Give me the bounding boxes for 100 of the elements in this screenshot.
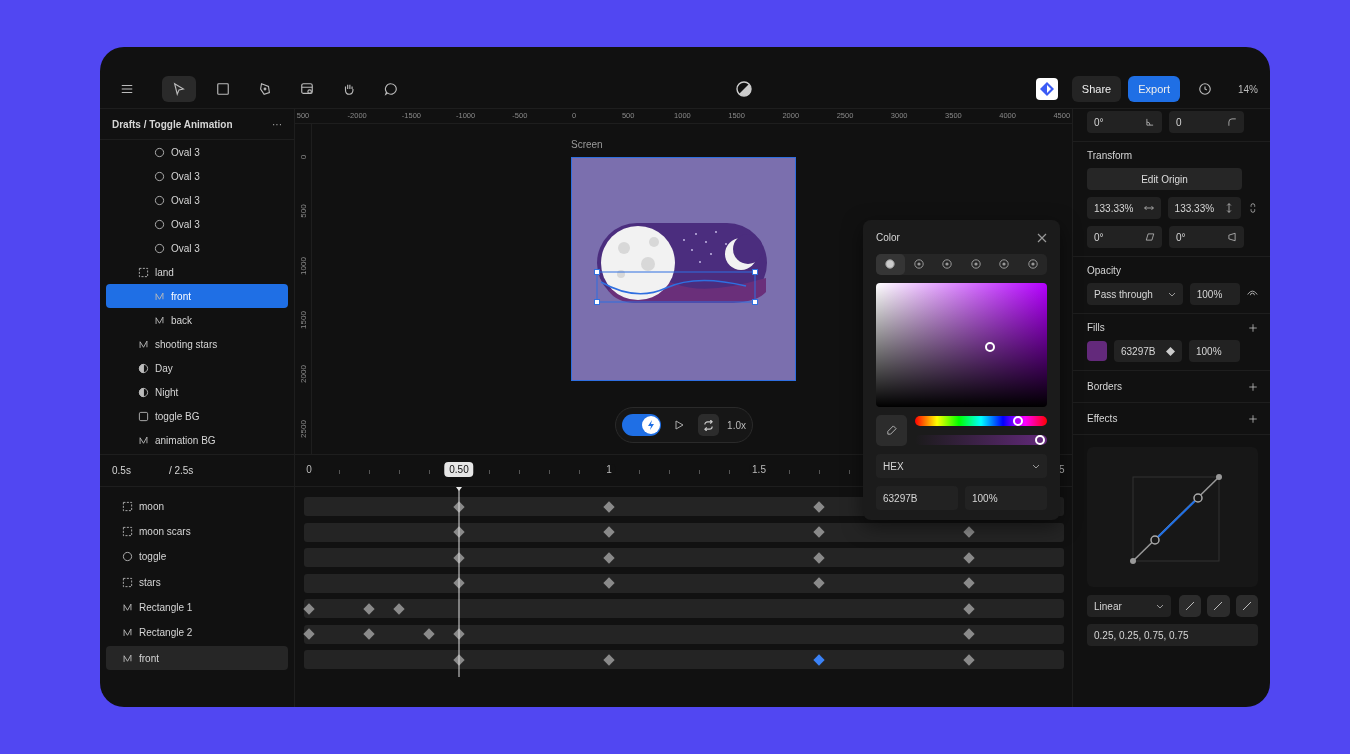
layer-row[interactable]: animation BG xyxy=(106,428,288,452)
eyedropper-button[interactable] xyxy=(876,415,907,446)
image-icon xyxy=(300,82,314,96)
layer-row[interactable]: Oval 3 xyxy=(106,140,288,164)
keyframe[interactable] xyxy=(963,602,975,615)
layer-row[interactable]: Night xyxy=(106,380,288,404)
track-name[interactable]: Rectangle 2 xyxy=(106,620,288,645)
more-button[interactable]: ··· xyxy=(272,118,282,130)
tool-button[interactable] xyxy=(162,76,196,102)
keyframe[interactable] xyxy=(603,551,615,564)
layer-row[interactable]: land xyxy=(106,260,288,284)
link-icon[interactable] xyxy=(1248,202,1258,214)
slider-thumb[interactable] xyxy=(1035,435,1046,445)
track-name[interactable]: moon scars xyxy=(106,519,288,544)
keyframe[interactable] xyxy=(963,526,975,538)
slider-thumb[interactable] xyxy=(1012,416,1023,426)
scale-y-field[interactable]: 133.33% xyxy=(1167,197,1242,219)
track-name[interactable]: stars xyxy=(106,570,288,595)
half-circle-icon xyxy=(138,362,149,374)
bezier-values-field[interactable]: 0.25, 0.25, 0.75, 0.75 xyxy=(1087,624,1258,646)
track-label: toggle xyxy=(139,551,167,563)
toggle-switch[interactable] xyxy=(622,414,661,436)
keyframe[interactable] xyxy=(813,500,825,513)
keyframe[interactable] xyxy=(453,526,465,538)
layer-name: front xyxy=(171,290,191,302)
saturation-picker[interactable] xyxy=(876,283,1047,407)
hex-input[interactable]: 63297B xyxy=(876,486,958,510)
keyframe[interactable] xyxy=(963,628,975,640)
keyframe[interactable] xyxy=(603,526,615,538)
skew-x-field[interactable]: 0° xyxy=(1087,226,1162,248)
keyframe[interactable] xyxy=(813,526,825,538)
keyframe[interactable] xyxy=(813,551,825,564)
track-bar[interactable] xyxy=(304,650,1064,669)
layer-row[interactable]: front xyxy=(106,284,288,308)
opacity-field[interactable]: 100% xyxy=(1189,283,1241,305)
keyframe[interactable] xyxy=(303,602,315,615)
plus-icon[interactable] xyxy=(1248,413,1258,424)
keyframe[interactable] xyxy=(963,551,975,564)
track-name[interactable]: moon xyxy=(106,494,288,518)
keyframe[interactable] xyxy=(963,577,975,589)
hue-slider[interactable] xyxy=(915,416,1047,426)
close-icon[interactable] xyxy=(1037,232,1047,243)
track-bar[interactable] xyxy=(304,573,1064,593)
layer-name: Oval 3 xyxy=(171,218,200,230)
ellipse-icon xyxy=(154,194,165,206)
playhead[interactable] xyxy=(455,487,463,677)
keyframe[interactable] xyxy=(813,653,825,666)
layer-name: animation BG xyxy=(155,434,216,446)
plus-icon[interactable] xyxy=(1248,322,1258,333)
edit-origin-button[interactable]: Edit Origin xyxy=(1087,168,1242,190)
layer-row[interactable]: Oval 3 xyxy=(106,164,288,188)
color-swatch[interactable] xyxy=(1087,341,1107,361)
track-bar[interactable] xyxy=(304,599,1064,618)
layer-row[interactable]: Day xyxy=(106,356,288,380)
keyframe[interactable] xyxy=(813,577,825,589)
alpha-input[interactable]: 100% xyxy=(965,486,1047,510)
track-bar[interactable] xyxy=(304,548,1064,567)
selection-box[interactable] xyxy=(594,269,758,305)
loop-button[interactable] xyxy=(697,414,720,436)
blend-mode-dropdown[interactable]: Pass through xyxy=(1087,283,1183,305)
scale-x-field[interactable]: 133.33% xyxy=(1087,197,1161,219)
fill-opacity-field[interactable]: 100% xyxy=(1189,340,1240,362)
keyframe[interactable] xyxy=(603,653,615,666)
keyframe[interactable] xyxy=(453,628,465,640)
layer-row[interactable]: toggle BG xyxy=(106,404,288,428)
chevron-down-icon xyxy=(1155,602,1164,610)
format-dropdown[interactable]: HEX xyxy=(876,454,1047,478)
layer-row[interactable]: Oval 3 xyxy=(106,212,288,236)
zoom-level[interactable]: 14% xyxy=(1238,83,1258,95)
keyframe[interactable] xyxy=(963,653,975,666)
fill-type-tab[interactable] xyxy=(876,253,905,276)
layer-row[interactable]: Oval 3 xyxy=(106,188,288,212)
fill-hex-field[interactable]: 63297B xyxy=(1114,340,1182,362)
playback-speed[interactable]: 1.0x xyxy=(727,419,746,431)
export-button[interactable]: Export xyxy=(1128,76,1180,102)
track-bar[interactable] xyxy=(304,624,1064,644)
track-name[interactable]: toggle xyxy=(106,544,288,569)
logo-icon[interactable] xyxy=(1035,78,1058,100)
track-name[interactable]: front xyxy=(106,646,288,671)
keyframe[interactable] xyxy=(603,500,615,513)
keyframe[interactable] xyxy=(453,577,465,589)
corner-radius-field[interactable]: 0 xyxy=(1169,111,1244,133)
layer-row[interactable]: shooting stars xyxy=(106,332,288,356)
keyframe[interactable] xyxy=(423,628,435,640)
plus-icon[interactable] xyxy=(1248,381,1258,392)
keyframe[interactable] xyxy=(393,602,405,615)
track-bar[interactable] xyxy=(304,522,1064,542)
track-name[interactable]: Rectangle 1 xyxy=(106,595,288,620)
color-thumb[interactable] xyxy=(985,342,995,353)
share-button[interactable]: Share xyxy=(1071,76,1122,102)
easing-dropdown[interactable]: Linear xyxy=(1087,595,1171,617)
keyframe[interactable] xyxy=(363,628,375,640)
layer-row[interactable]: Oval 3 xyxy=(106,236,288,260)
rotation-field[interactable]: 0° xyxy=(1087,111,1162,133)
keyframe[interactable] xyxy=(303,628,315,640)
contrast-icon[interactable] xyxy=(735,81,752,97)
layer-row[interactable]: back xyxy=(106,308,288,332)
skew-y-field[interactable]: 0° xyxy=(1169,226,1244,248)
keyframe[interactable] xyxy=(363,602,375,615)
keyframe[interactable] xyxy=(603,577,615,589)
